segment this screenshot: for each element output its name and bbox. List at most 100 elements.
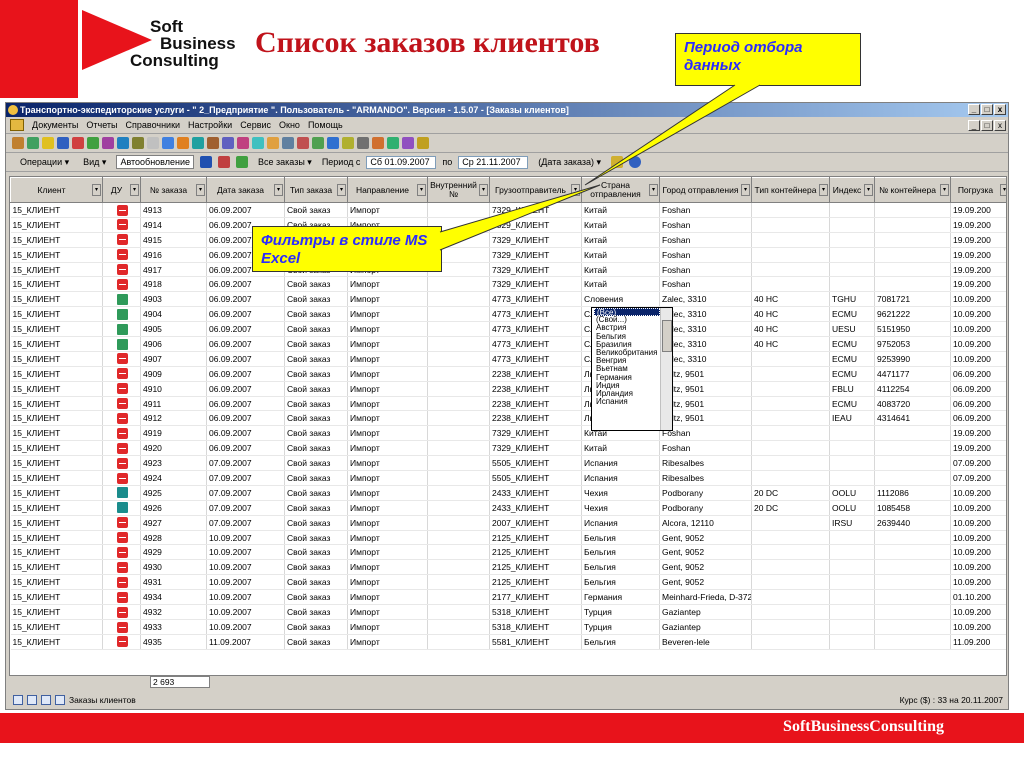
table-row[interactable]: 15_КЛИЕНТ 4934 10.09.2007 Свой заказ Импорт 2… [10, 589, 1006, 606]
window-tile-icon[interactable] [13, 695, 23, 705]
filter-dropdown-icon[interactable]: ▾ [337, 184, 346, 196]
menu-help[interactable]: Помощь [308, 120, 343, 130]
toolbar-icon-23[interactable] [357, 137, 369, 149]
column-header-1[interactable]: ДУ ▾ [102, 177, 141, 203]
table-row[interactable]: 15_КЛИЕНТ 4935 11.09.2007 Свой заказ Импорт 5… [10, 634, 1006, 650]
table-row[interactable]: 15_КЛИЕНТ 4910 06.09.2007 Свой заказ Импорт 2… [10, 381, 1006, 397]
key-icon[interactable] [611, 156, 624, 168]
filter-dropdown-icon[interactable]: ▾ [274, 184, 283, 196]
column-header-6[interactable]: Внутренний № ▾ [427, 177, 490, 203]
table-row[interactable]: 15_КЛИЕНТ491706.09.2007Свой заказИмпорт7… [10, 262, 1006, 278]
window-cascade-icon[interactable] [27, 695, 37, 705]
column-header-12[interactable]: № контейнера ▾ [874, 177, 951, 203]
column-header-11[interactable]: Индекс ▾ [829, 177, 875, 203]
menu-window[interactable]: Окно [279, 120, 300, 130]
menu-reports[interactable]: Отчеты [86, 120, 117, 130]
toolbar-icon-0[interactable] [12, 137, 24, 149]
table-row[interactable]: 15_КЛИЕНТ 4912 06.09.2007 Свой заказ Импорт 2… [10, 410, 1006, 427]
column-header-5[interactable]: Направление ▾ [347, 177, 428, 203]
toolbar-icon-4[interactable] [72, 137, 84, 149]
period-from-input[interactable]: Сб 01.09.2007 [366, 155, 437, 169]
toolbar-icon-9[interactable] [147, 137, 159, 149]
table-row[interactable]: 15_КЛИЕНТ 4929 10.09.2007 Свой заказ Импорт 2… [10, 544, 1006, 561]
column-header-0[interactable]: Клиент ▾ [10, 177, 103, 203]
toolbar-icon-15[interactable] [237, 137, 249, 149]
menu-documents[interactable]: Документы [32, 120, 78, 130]
status-tab-orders[interactable]: Заказы клиентов [69, 695, 136, 705]
toolbar-icon-8[interactable] [132, 137, 144, 149]
table-row[interactable]: 15_КЛИЕНТ 4904 06.09.2007 Свой заказ Импорт 4… [10, 306, 1006, 323]
filter-dropdown-icon[interactable]: ▾ [571, 184, 580, 196]
period-to-input[interactable]: Ср 21.11.2007 [458, 155, 529, 169]
table-row[interactable]: 15_КЛИЕНТ 4920 06.09.2007 Свой заказ Импорт 7… [10, 440, 1006, 457]
toolbar-icon-20[interactable] [312, 137, 324, 149]
column-header-13[interactable]: Погрузка ▾ [950, 177, 1006, 203]
table-row[interactable]: 15_КЛИЕНТ 4919 06.09.2007 Свой заказ Импорт 7… [10, 425, 1006, 442]
table-row[interactable]: 15_КЛИЕНТ 4909 06.09.2007 Свой заказ Импорт 2… [10, 366, 1006, 382]
table-row[interactable]: 15_КЛИЕНТ 4926 07.09.2007 Свой заказ Импорт 2… [10, 500, 1006, 516]
toolbar-icon-7[interactable] [117, 137, 129, 149]
toolbar-icon-3[interactable] [57, 137, 69, 149]
table-row[interactable]: 15_КЛИЕНТ 4914 06.09.2007 Свой заказ Импорт 7… [10, 217, 1006, 233]
filter-dropdown-icon[interactable]: ▾ [649, 184, 658, 196]
apply-icon[interactable] [629, 156, 642, 168]
toolbar-icon-6[interactable] [102, 137, 114, 149]
table-row[interactable]: 15_КЛИЕНТ 4928 10.09.2007 Свой заказ Импорт 2… [10, 530, 1006, 546]
toolbar-icon-18[interactable] [282, 137, 294, 149]
toolbar-icon-21[interactable] [327, 137, 339, 149]
filter-dropdown-icon[interactable]: ▾ [1000, 184, 1006, 196]
column-header-2[interactable]: № заказа ▾ [140, 177, 207, 203]
menu-service[interactable]: Сервис [240, 120, 271, 130]
table-row[interactable]: 15_КЛИЕНТ 4930 10.09.2007 Свой заказ Импорт 2… [10, 559, 1006, 576]
operations-menu-button[interactable]: Операции ▾ [16, 155, 73, 170]
table-row[interactable]: 15_КЛИЕНТ 4918 06.09.2007 Свой заказ Импорт 7… [10, 276, 1006, 293]
child-minimize-button[interactable]: _ [968, 120, 980, 131]
autoupdate-toggle[interactable]: Автообновление [116, 155, 195, 169]
table-row[interactable]: 15_КЛИЕНТ 4931 10.09.2007 Свой заказ Импорт 2… [10, 574, 1006, 591]
filter-dropdown-icon[interactable]: ▾ [864, 184, 873, 196]
toolbar-icon-25[interactable] [387, 137, 399, 149]
column-header-4[interactable]: Тип заказа ▾ [284, 177, 348, 203]
toolbar-icon-13[interactable] [207, 137, 219, 149]
window-close-icon[interactable] [55, 695, 65, 705]
menu-references[interactable]: Справочники [126, 120, 181, 130]
filter-dropdown-icon[interactable]: ▾ [196, 184, 205, 196]
column-header-7[interactable]: Грузоотправитель ▾ [489, 177, 582, 203]
filter-dropdown-icon[interactable]: ▾ [92, 184, 101, 196]
minimize-button[interactable]: _ [968, 104, 980, 115]
table-row[interactable]: 15_КЛИЕНТ 4913 06.09.2007 Свой заказ Импорт 7… [10, 202, 1006, 218]
filter-dropdown-icon[interactable]: ▾ [417, 184, 426, 196]
toolbar-icon-10[interactable] [162, 137, 174, 149]
filter-dropdown-icon[interactable]: ▾ [940, 184, 949, 196]
table-row[interactable]: 15_КЛИЕНТ 4905 06.09.2007 Свой заказ Импорт 4… [10, 321, 1006, 338]
toolbar-icon-27[interactable] [417, 137, 429, 149]
excel-export-icon[interactable] [218, 156, 231, 168]
column-header-9[interactable]: Город отправления ▾ [659, 177, 752, 203]
table-row[interactable]: 15_КЛИЕНТ 4927 07.09.2007 Свой заказ Импорт 2… [10, 515, 1006, 531]
table-row[interactable]: 15_КЛИЕНТ 4924 07.09.2007 Свой заказ Импорт 5… [10, 470, 1006, 486]
column-header-8[interactable]: Страна отправления ▾ [581, 177, 660, 203]
filter-dropdown-icon[interactable]: ▾ [479, 184, 488, 196]
toolbar-icon-24[interactable] [372, 137, 384, 149]
table-row[interactable]: 15_КЛИЕНТ 4933 10.09.2007 Свой заказ Импорт 5… [10, 619, 1006, 635]
table-row[interactable]: 15_КЛИЕНТ 4923 07.09.2007 Свой заказ Импорт 5… [10, 455, 1006, 472]
child-maximize-button[interactable]: □ [981, 120, 993, 131]
toolbar-icon-1[interactable] [27, 137, 39, 149]
toolbar-icon-26[interactable] [402, 137, 414, 149]
view-menu-button[interactable]: Вид ▾ [79, 155, 110, 170]
child-close-button[interactable]: x [994, 120, 1006, 131]
filter-dropdown-icon[interactable]: ▾ [819, 184, 828, 196]
window-minimize-icon[interactable] [41, 695, 51, 705]
menu-settings[interactable]: Настройки [188, 120, 232, 130]
filter-dropdown-icon[interactable]: ▾ [130, 184, 139, 196]
filter-icon[interactable] [236, 156, 249, 168]
toolbar-icon-5[interactable] [87, 137, 99, 149]
refresh-icon[interactable] [200, 156, 213, 168]
table-row[interactable]: 15_КЛИЕНТ 4907 06.09.2007 Свой заказ Импорт 4… [10, 351, 1006, 367]
table-row[interactable]: 15_КЛИЕНТ491506.09.2007Свой заказИмпорт7… [10, 232, 1006, 248]
all-orders-dropdown[interactable]: Все заказы ▾ [254, 155, 316, 170]
toolbar-icon-16[interactable] [252, 137, 264, 149]
toolbar-icon-19[interactable] [297, 137, 309, 149]
table-row[interactable]: 15_КЛИЕНТ 4906 06.09.2007 Свой заказ Импорт 4… [10, 336, 1006, 352]
filter-dropdown-icon[interactable]: ▾ [741, 184, 750, 196]
